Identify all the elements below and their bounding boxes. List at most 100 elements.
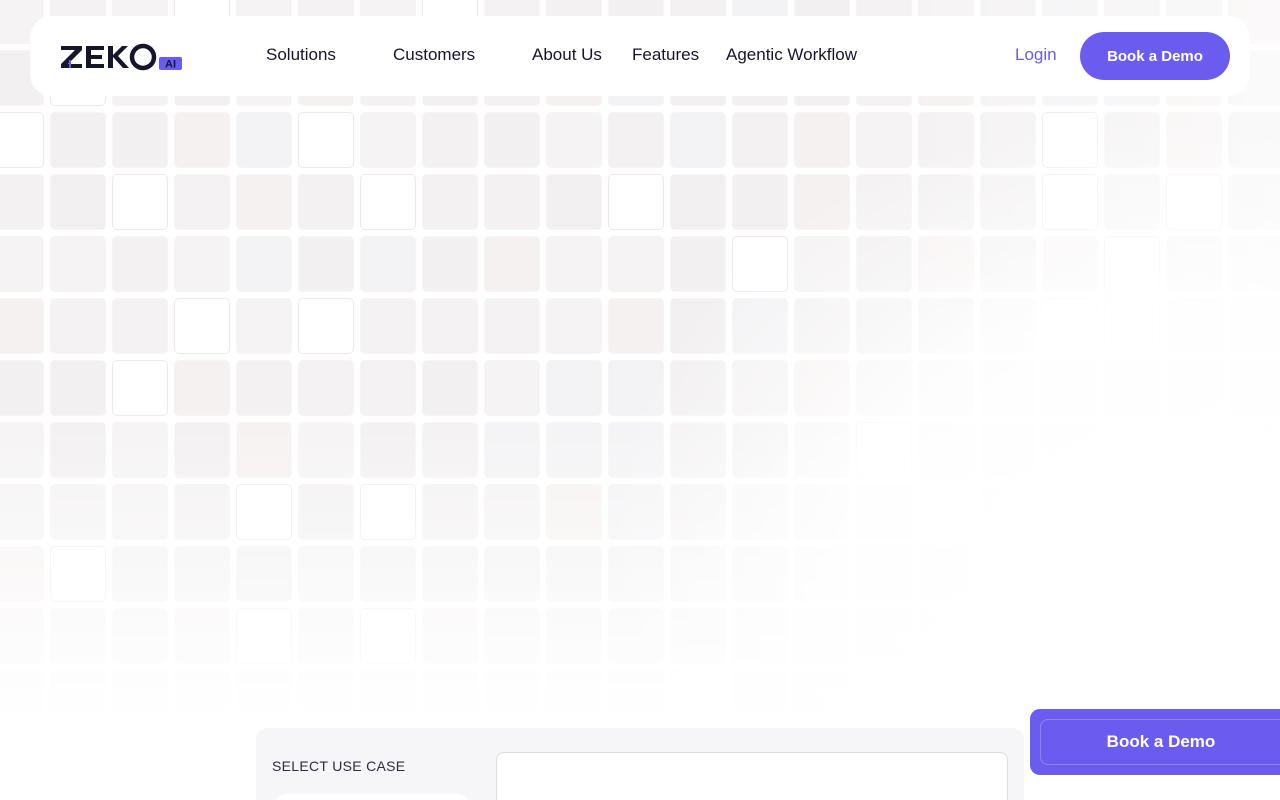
background-tile <box>608 670 664 726</box>
background-tile <box>1228 422 1280 478</box>
background-tile <box>546 112 602 168</box>
background-tile <box>980 112 1036 168</box>
background-tile <box>1042 236 1098 292</box>
background-tile <box>918 670 974 726</box>
background-tile <box>980 422 1036 478</box>
background-tile <box>1166 484 1222 540</box>
background-tile <box>112 608 168 664</box>
background-tile <box>422 608 478 664</box>
zeko-ai-logo[interactable]: AI <box>60 42 184 72</box>
usecase-preview-panel <box>496 752 1008 800</box>
background-tile <box>1042 174 1098 230</box>
background-tile <box>732 670 788 726</box>
background-tile <box>918 298 974 354</box>
background-tile <box>732 174 788 230</box>
background-tile <box>856 546 912 602</box>
background-tile <box>484 484 540 540</box>
background-tile <box>50 112 106 168</box>
background-tile <box>298 422 354 478</box>
floating-book-demo-button[interactable]: Book a Demo <box>1040 719 1280 765</box>
nav-item-about-us[interactable]: About Us <box>532 45 602 65</box>
background-tile <box>794 484 850 540</box>
background-tile <box>980 484 1036 540</box>
background-tile <box>980 608 1036 664</box>
background-tile <box>732 608 788 664</box>
background-tile <box>174 112 230 168</box>
background-tile <box>670 174 726 230</box>
background-tile <box>732 484 788 540</box>
nav-item-features[interactable]: Features <box>632 45 699 65</box>
login-link[interactable]: Login <box>1015 45 1057 65</box>
background-tile <box>1166 112 1222 168</box>
tile-background <box>0 0 1280 740</box>
background-tile <box>174 360 230 416</box>
background-tile <box>174 298 230 354</box>
background-tile <box>298 236 354 292</box>
background-tile <box>608 236 664 292</box>
background-tile <box>174 174 230 230</box>
background-tile <box>1042 112 1098 168</box>
background-tile <box>794 174 850 230</box>
logo-mark: AI <box>61 43 182 71</box>
background-tile <box>794 546 850 602</box>
background-tile <box>670 360 726 416</box>
background-tile <box>422 236 478 292</box>
background-tile <box>422 422 478 478</box>
nav-item-agentic-workflow[interactable]: Agentic Workflow <box>726 45 857 65</box>
background-tile <box>546 298 602 354</box>
background-tile <box>0 484 44 540</box>
background-tile <box>112 484 168 540</box>
background-tile <box>484 360 540 416</box>
background-tile <box>732 236 788 292</box>
usecase-option[interactable] <box>272 794 472 800</box>
background-tile <box>856 360 912 416</box>
background-tile <box>1042 422 1098 478</box>
background-tile <box>50 484 106 540</box>
background-tile <box>298 298 354 354</box>
background-tile <box>50 608 106 664</box>
background-tile <box>732 298 788 354</box>
background-tile <box>732 422 788 478</box>
background-tile <box>422 484 478 540</box>
background-tile <box>298 360 354 416</box>
background-tile <box>236 360 292 416</box>
background-tile <box>1228 298 1280 354</box>
background-tile <box>980 236 1036 292</box>
background-tile <box>484 546 540 602</box>
background-tile <box>1166 360 1222 416</box>
background-tile <box>670 546 726 602</box>
background-tile <box>980 670 1036 726</box>
background-tile <box>422 670 478 726</box>
background-tile <box>298 546 354 602</box>
background-tile <box>1228 236 1280 292</box>
nav-item-solutions[interactable]: Solutions <box>266 45 336 65</box>
background-tile <box>0 670 44 726</box>
background-tile <box>484 670 540 726</box>
background-tile <box>980 174 1036 230</box>
background-tile <box>484 608 540 664</box>
background-tile <box>112 174 168 230</box>
background-tile <box>1042 360 1098 416</box>
background-tile <box>1166 546 1222 602</box>
background-tile <box>918 112 974 168</box>
background-tile <box>422 112 478 168</box>
background-tile <box>236 174 292 230</box>
background-tile <box>1104 608 1160 664</box>
background-tile <box>918 484 974 540</box>
background-tile <box>794 670 850 726</box>
nav-item-customers[interactable]: Customers <box>393 45 475 65</box>
background-tile <box>236 608 292 664</box>
background-tile <box>0 174 44 230</box>
background-tile <box>174 236 230 292</box>
background-tile <box>732 360 788 416</box>
background-tile <box>1166 608 1222 664</box>
background-tile <box>174 670 230 726</box>
background-tile <box>1228 608 1280 664</box>
background-tile <box>50 236 106 292</box>
background-tile <box>670 422 726 478</box>
background-tile <box>608 484 664 540</box>
book-demo-button[interactable]: Book a Demo <box>1080 32 1230 80</box>
background-tile <box>236 112 292 168</box>
background-tile <box>112 298 168 354</box>
navbar: AI Solutions Customers About Us Features… <box>30 16 1250 96</box>
